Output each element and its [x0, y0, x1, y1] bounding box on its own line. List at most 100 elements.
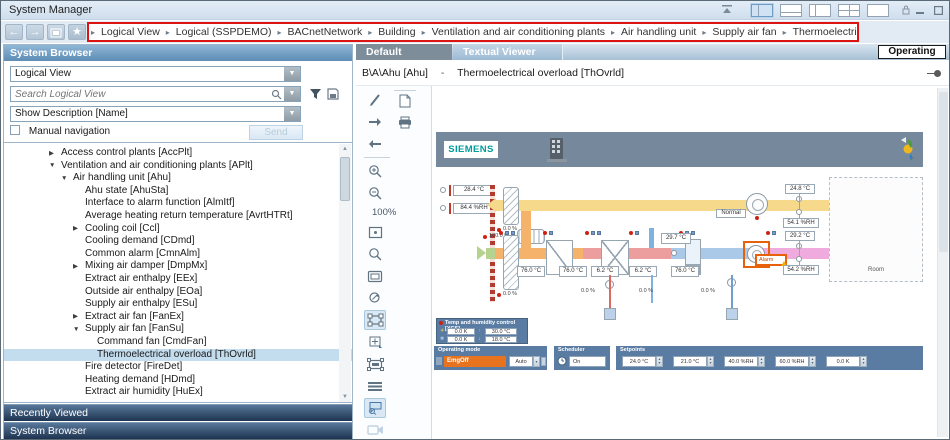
magnifier-icon[interactable] — [364, 244, 386, 264]
tree-item[interactable]: ▶Extract air fan [FanEx] — [4, 311, 352, 324]
supply-humidity-value[interactable]: 54.2 %RH — [783, 265, 819, 275]
outside-temp-sensor-icon[interactable] — [440, 187, 446, 193]
breadcrumb-item[interactable]: Ventilation and air conditioning plants — [420, 26, 605, 38]
tree-item[interactable]: Extract air enthalpy [EEx] — [4, 273, 352, 286]
spinner-icon[interactable]: ▴▾ — [809, 356, 816, 367]
edit-pen-icon[interactable] — [364, 90, 386, 110]
coil-temp-value[interactable]: 76.0 °C — [671, 266, 699, 277]
viewer-scrollbar[interactable] — [937, 88, 948, 437]
breadcrumb-item[interactable]: BACnetNetwork — [276, 26, 363, 38]
cool-offset-value[interactable]: 0.0 K — [447, 336, 475, 343]
manual-navigation-checkbox[interactable] — [10, 125, 20, 135]
tree-item[interactable]: Interface to alarm function [AlmItf] — [4, 197, 352, 210]
plant-status-icon[interactable] — [899, 136, 917, 163]
outside-humidity-sensor-icon[interactable] — [440, 205, 446, 211]
tree-item[interactable]: Cooling demand [CDmd] — [4, 235, 352, 248]
setpoint-field[interactable]: 24.0 °C ▴▾ — [622, 356, 663, 367]
coil-temp-value[interactable]: 76.0 °C — [517, 266, 545, 277]
lock-icon[interactable] — [901, 3, 911, 17]
spinner-icon[interactable]: ▴▾ — [707, 356, 714, 367]
extract-fan-status[interactable]: Normal — [716, 209, 746, 218]
tree-item[interactable]: Command fan [CmdFan] — [4, 336, 352, 349]
tree-expander-icon[interactable]: ▶ — [73, 311, 85, 324]
valve-position-value[interactable]: 0.0 % — [639, 288, 653, 294]
operating-mode-value[interactable]: EmgOff — [444, 356, 506, 367]
operating-mode-select[interactable]: Auto — [509, 356, 533, 367]
chevron-down-icon[interactable]: ▼ — [284, 67, 300, 81]
back-icon[interactable]: ← — [5, 24, 23, 40]
search-input[interactable] — [15, 87, 274, 101]
pin-icon[interactable] — [927, 71, 941, 76]
tree-item[interactable]: Heating demand [HDmd] — [4, 374, 352, 387]
lower-damper-position-value[interactable]: 0.0 % — [503, 291, 517, 297]
viewport-icon[interactable] — [364, 354, 386, 374]
save-icon[interactable] — [327, 88, 339, 100]
coil-temp-value[interactable]: 76.0 °C — [559, 266, 587, 277]
sensor-icon[interactable] — [796, 209, 802, 215]
minimize-icon[interactable] — [916, 6, 925, 15]
heat-setpoint-value[interactable]: 30.0 °C — [485, 328, 517, 335]
fit-view-icon[interactable] — [364, 222, 386, 242]
tab-textual-viewer[interactable]: Textual Viewer — [453, 44, 563, 60]
supply-duct-temp-value[interactable]: 29.7 °C — [661, 233, 691, 244]
maximize-icon[interactable] — [934, 6, 943, 15]
dropdown-icon[interactable]: ▾ — [533, 356, 540, 367]
tree-item[interactable]: Thermoelectrical overload [ThOvrld] — [4, 349, 352, 362]
setpoint-value[interactable]: 21.0 °C — [673, 356, 707, 367]
chevron-down-icon[interactable]: ▼ — [284, 107, 300, 121]
layout-single-icon[interactable] — [867, 4, 889, 17]
new-page-icon[interactable] — [394, 90, 416, 110]
spinner-icon[interactable]: ▴▾ — [656, 356, 663, 367]
tree-expander-icon[interactable]: ▼ — [73, 324, 85, 337]
scrollbar-thumb[interactable] — [939, 92, 948, 252]
zoom-rect-icon[interactable] — [364, 266, 386, 286]
pan-icon[interactable] — [364, 332, 386, 352]
search-dropdown-icon[interactable]: ▼ — [284, 87, 300, 101]
scheduler-value[interactable]: On — [569, 356, 606, 367]
tab-default[interactable]: Default — [356, 44, 452, 60]
cooling-pump[interactable] — [726, 308, 738, 320]
scroll-up-icon[interactable]: ▲ — [339, 146, 351, 152]
forward-arrow-icon[interactable] — [364, 112, 386, 132]
coil-temp-value[interactable]: 6.2 °C — [591, 266, 619, 277]
setpoint-field[interactable]: 21.0 °C ▴▾ — [673, 356, 714, 367]
layers-icon[interactable] — [364, 376, 386, 396]
breadcrumb-item[interactable]: Logical (SSPDEMO) — [164, 26, 272, 38]
edit-mode-icon[interactable] — [541, 357, 546, 366]
tree-expander-icon[interactable]: ▼ — [49, 160, 61, 173]
tree-item[interactable]: ▶Cooling coil [Ccl] — [4, 223, 352, 236]
recently-viewed-bar[interactable]: Recently Viewed — [4, 404, 352, 421]
setpoint-field[interactable]: 0.0 K ▴▾ — [826, 356, 867, 367]
setpoint-value[interactable]: 0.0 K — [826, 356, 860, 367]
valve-position-value[interactable]: 0.0 % — [581, 288, 595, 294]
tree-item[interactable]: Common alarm [CmnAlm] — [4, 248, 352, 261]
zoom-in-icon[interactable] — [364, 161, 386, 181]
cool-setpoint-value[interactable]: 18.0 °C — [485, 336, 517, 343]
search-box[interactable]: ▼ — [10, 86, 301, 102]
recent-window-icon[interactable] — [47, 24, 65, 40]
supply-temp-value[interactable]: 29.2 °C — [785, 231, 815, 241]
tree-item[interactable]: Fire detector [FireDet] — [4, 361, 352, 374]
heat-offset-value[interactable]: 0.0 K — [447, 328, 475, 335]
layout-quad-icon[interactable] — [838, 4, 860, 17]
scroll-down-icon[interactable]: ▼ — [339, 394, 351, 400]
setpoint-value[interactable]: 24.0 °C — [622, 356, 656, 367]
view-selector-dropdown[interactable]: Logical View ▼ — [10, 66, 301, 82]
heating-pump[interactable] — [604, 308, 616, 320]
comment-zoom-icon[interactable] — [364, 398, 386, 418]
camera-icon[interactable] — [364, 420, 386, 440]
select-frame-icon[interactable] — [364, 310, 386, 330]
tree-item[interactable]: Outside air enthalpy [EOa] — [4, 286, 352, 299]
collapse-top-icon[interactable] — [720, 3, 734, 17]
tree-item[interactable]: ▶Access control plants [AccPlt] — [4, 147, 352, 160]
setpoint-value[interactable]: 60.0 %RH — [775, 356, 809, 367]
tree-item[interactable]: ▼Supply air fan [FanSu] — [4, 323, 352, 336]
breadcrumb-item[interactable]: Logical View — [89, 26, 160, 38]
tree-item[interactable]: ▶Mixing air damper [DmpMx] — [4, 260, 352, 273]
tree-scrollbar[interactable]: ▲ ▼ — [339, 144, 351, 402]
breadcrumb-item[interactable]: Supply air fan — [700, 26, 776, 38]
setpoint-field[interactable]: 60.0 %RH ▴▾ — [775, 356, 816, 367]
dynamic-zoom-icon[interactable] — [364, 288, 386, 308]
extract-humidity-value[interactable]: 54.1 %RH — [783, 218, 819, 228]
tree-expander-icon[interactable]: ▼ — [61, 173, 73, 186]
